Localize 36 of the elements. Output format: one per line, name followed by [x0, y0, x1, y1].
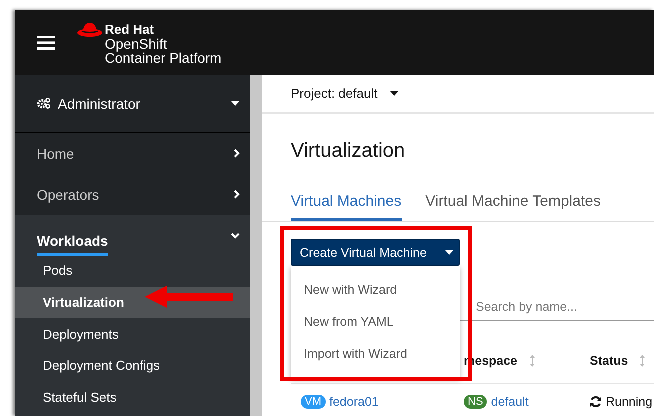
tab[interactable]: Virtual Machine Templates	[426, 193, 601, 221]
chevron-down-icon	[231, 233, 240, 239]
brand-name: Red Hat	[105, 22, 156, 36]
status-text: Running	[606, 395, 653, 409]
column-header[interactable]: Status	[590, 354, 628, 368]
nav-subitem[interactable]: Virtualization	[15, 286, 250, 318]
project-selector[interactable]: Project: default	[291, 86, 399, 101]
caret-icon	[390, 91, 399, 96]
sync-icon	[590, 396, 602, 408]
menu-icon[interactable]	[37, 36, 55, 50]
chevron-right-icon	[234, 190, 240, 199]
product-subtitle: Container Platform	[105, 50, 222, 64]
vm-badge: VM	[301, 395, 326, 409]
caret-icon	[231, 101, 240, 106]
nav-item[interactable]: Home	[15, 133, 250, 174]
menu-item[interactable]: Import with Wizard	[291, 338, 460, 370]
nav-subitem[interactable]: Pods	[15, 255, 250, 287]
product-name: OpenShift	[105, 36, 168, 50]
namespace-badge: NS	[464, 395, 488, 409]
namespace-link[interactable]: default	[491, 395, 529, 409]
create-button[interactable]: Create Virtual Machine	[291, 239, 460, 266]
scrollbar[interactable]	[250, 75, 262, 416]
nav-item[interactable]: Operators	[15, 174, 250, 215]
tab[interactable]: Virtual Machines	[291, 193, 402, 221]
caret-icon	[444, 250, 454, 255]
nav-subitem[interactable]: Deployment Configs	[15, 350, 250, 382]
nav-subitem[interactable]: Stateful Sets	[15, 382, 250, 414]
gears-icon	[37, 98, 51, 109]
hat-logo-icon	[77, 22, 103, 38]
page-title: Virtualization	[291, 140, 406, 163]
sort-icon[interactable]	[640, 355, 646, 367]
nav-item[interactable]: Workloads	[15, 217, 250, 255]
sort-icon[interactable]	[530, 355, 535, 367]
chevron-right-icon	[234, 149, 240, 158]
nav-subitem[interactable]: Deployments	[15, 318, 250, 350]
vm-link[interactable]: fedora01	[330, 395, 379, 409]
